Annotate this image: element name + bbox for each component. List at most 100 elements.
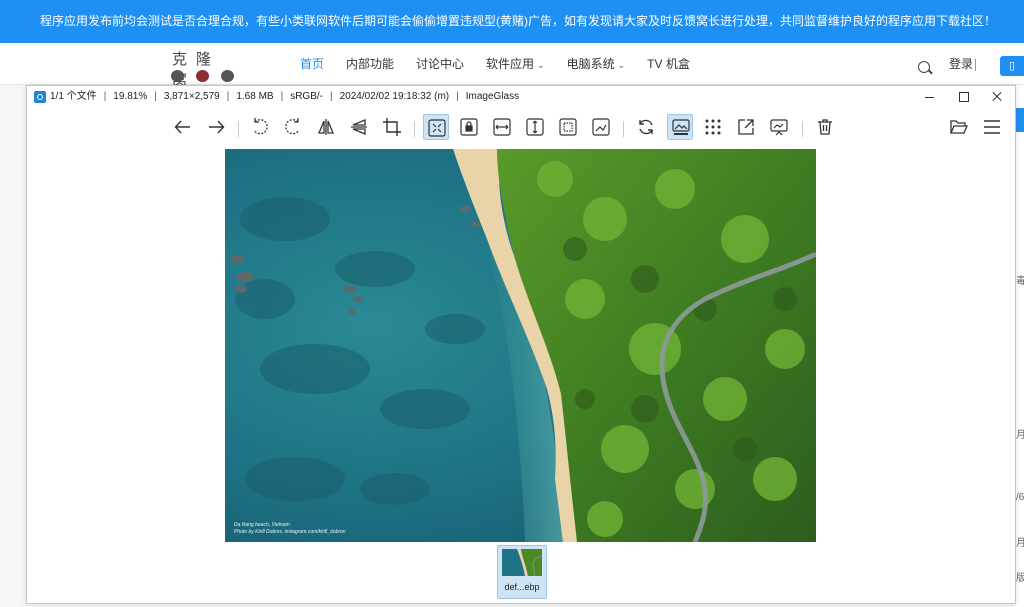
trash-icon <box>818 119 832 135</box>
nav-item-tv[interactable]: TV 机盒 <box>647 43 690 85</box>
app-name: ImageGlass <box>465 91 520 102</box>
maximize-button[interactable] <box>946 86 980 108</box>
close-button[interactable] <box>980 86 1014 108</box>
folder-open-icon <box>950 120 968 134</box>
flip-vertical-icon <box>351 119 367 135</box>
scale-fill-icon <box>592 118 610 136</box>
previous-image-button[interactable] <box>170 114 196 140</box>
file-count: 1/1 个文件 <box>50 91 97 102</box>
page-side-content <box>1016 85 1024 607</box>
side-accent-block[interactable] <box>1016 108 1024 132</box>
arrow-right-icon <box>209 120 225 134</box>
flip-vertical-button[interactable] <box>346 114 372 140</box>
scale-height-icon <box>526 118 544 136</box>
slideshow-button[interactable] <box>766 114 792 140</box>
nav-label: 软件应用 <box>486 57 535 71</box>
nav-label: 讨论中心 <box>416 57 465 71</box>
logo-dot <box>221 70 234 82</box>
nav-label: TV 机盒 <box>647 57 690 71</box>
chevron-down-icon: ⌄ <box>617 60 626 70</box>
flip-horizontal-button[interactable] <box>313 114 339 140</box>
minimize-button[interactable] <box>912 86 946 108</box>
toolbar-separator <box>238 121 239 137</box>
crop-button[interactable] <box>379 114 405 140</box>
side-text-fragment: 毒 <box>1016 276 1024 287</box>
scale-to-height-button[interactable] <box>522 114 548 140</box>
divider <box>975 59 976 71</box>
main-menu-button[interactable] <box>979 114 1005 140</box>
side-text-fragment: 版 <box>1016 573 1024 584</box>
scale-width-icon <box>493 118 511 136</box>
app-icon <box>34 91 46 103</box>
rotate-left-button[interactable] <box>247 114 273 140</box>
toolbar-separator <box>623 121 624 137</box>
refresh-icon <box>639 119 653 135</box>
lock-icon <box>460 118 478 136</box>
nav-item-home[interactable]: 首页 <box>300 43 324 85</box>
next-image-button[interactable] <box>203 114 229 140</box>
file-size: 1.68 MB <box>236 91 274 102</box>
site-logo[interactable]: 克隆窝 <box>168 48 238 89</box>
chevron-down-icon: ⌄ <box>537 60 545 70</box>
nav-label: 电脑系统 <box>566 57 615 71</box>
notice-banner: 程序应用发布前均会测试是否合理合规，有些小类联网软件后期可能会偷偷增置违规型(黄… <box>0 0 1024 43</box>
side-text-fragment: 月 <box>1016 430 1024 441</box>
grid-dots-icon <box>705 119 721 135</box>
open-file-button[interactable] <box>946 114 972 140</box>
gallery-button[interactable] <box>667 114 693 140</box>
beach-photo: Da Nang beach, Vietnam Photo by Kirill D… <box>225 149 816 542</box>
scale-fit-icon <box>559 118 577 136</box>
thumbnail-label: def...ebp <box>504 582 540 592</box>
toolbar <box>27 108 1015 148</box>
arrow-left-icon <box>174 120 190 134</box>
side-text-fragment: /6 <box>1016 492 1024 503</box>
site-nav: 首页 内部功能 讨论中心 软件应用 ⌄ 电脑系统 ⌄ TV 机盒 <box>300 43 712 85</box>
nav-item-systems[interactable]: 电脑系统 ⌄ <box>567 43 626 85</box>
imageglass-window: 1/1 个文件 | 19.81% | 3,871×2,579 | 1.68 MB | sRGB/… <box>26 85 1016 604</box>
login-link[interactable]: 登录 <box>949 43 973 85</box>
scale-to-fit-button[interactable] <box>555 114 581 140</box>
photo-credit-line: Da Nang beach, Vietnam <box>234 522 290 528</box>
rotate-left-icon <box>253 118 268 135</box>
toolbar-separator <box>414 121 415 137</box>
photo-credit-line: Photo by Kirill Dobrov, instagram.com/ki… <box>234 529 346 535</box>
auto-zoom-icon <box>428 119 446 137</box>
search-icon[interactable] <box>918 61 930 73</box>
nav-item-software[interactable]: 软件应用 ⌄ <box>486 43 545 85</box>
image-dimensions: 3,871×2,579 <box>163 91 220 102</box>
file-datetime: 2024/02/02 19:18:32 (m) <box>339 91 450 102</box>
logo-text: 克隆窝 <box>172 52 221 89</box>
gallery-icon <box>672 119 690 135</box>
refresh-button[interactable] <box>633 114 659 140</box>
zoom-level: 19.81% <box>113 91 148 102</box>
nav-item-internal[interactable]: 内部功能 <box>346 43 394 85</box>
thumbnail-image <box>502 549 542 576</box>
image-viewer[interactable]: Da Nang beach, Vietnam Photo by Kirill D… <box>225 149 816 542</box>
thumbnail-bar: def...ebp <box>27 542 1015 603</box>
flip-horizontal-icon <box>318 119 334 135</box>
site-action-button[interactable]: ▯ <box>1000 56 1024 76</box>
toolbar-separator <box>802 121 803 137</box>
thumbnail-item[interactable]: def...ebp <box>497 545 547 599</box>
checkerboard-button[interactable] <box>700 114 726 140</box>
lock-zoom-button[interactable] <box>456 114 482 140</box>
title-info: 1/1 个文件 | 19.81% | 3,871×2,579 | 1.68 MB | sRGB/… <box>50 91 520 102</box>
expand-icon <box>738 119 754 135</box>
side-text-fragment: 月 <box>1016 538 1024 549</box>
rotate-right-button[interactable] <box>280 114 306 140</box>
title-bar[interactable]: 1/1 个文件 | 19.81% | 3,871×2,579 | 1.68 MB | sRGB/… <box>27 86 1015 108</box>
logo-dot <box>171 70 184 82</box>
hamburger-menu-icon <box>984 120 1000 134</box>
auto-zoom-button[interactable] <box>423 114 449 140</box>
scale-to-width-button[interactable] <box>489 114 515 140</box>
delete-button[interactable] <box>812 114 838 140</box>
nav-label: 内部功能 <box>346 57 395 71</box>
nav-label: 首页 <box>300 57 325 71</box>
color-space: sRGB/- <box>290 91 323 102</box>
site-header: 克隆窝 首页 内部功能 讨论中心 软件应用 ⌄ 电脑系统 ⌄ TV 机盒 登录 ▯ <box>0 43 1024 89</box>
fullscreen-button[interactable] <box>733 114 759 140</box>
nav-item-forum[interactable]: 讨论中心 <box>416 43 464 85</box>
scale-to-fill-button[interactable] <box>588 114 614 140</box>
crop-icon <box>383 118 401 136</box>
rotate-right-icon <box>285 118 300 135</box>
